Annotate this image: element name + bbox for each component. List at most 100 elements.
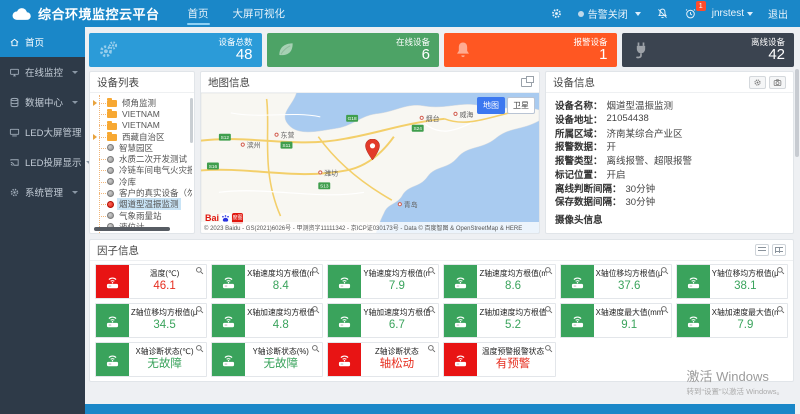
tree-item-1[interactable]: VIETNAM bbox=[90, 108, 192, 119]
map-type-satellite-button[interactable]: 卫星 bbox=[507, 97, 535, 114]
map-marker-icon[interactable] bbox=[365, 139, 380, 160]
magnifier-icon[interactable] bbox=[544, 344, 553, 353]
factor-tile-0[interactable]: 温度(℃)46.1 bbox=[95, 264, 207, 299]
magnifier-icon[interactable] bbox=[311, 266, 320, 275]
tree-horizontal-scrollbar[interactable] bbox=[94, 227, 170, 231]
sidebar-item-1[interactable]: 在线监控 bbox=[0, 57, 85, 87]
tree-item-label: 倾角监测 bbox=[120, 97, 158, 109]
tree-vertical-scrollbar[interactable] bbox=[190, 98, 193, 143]
fullscreen-icon[interactable] bbox=[521, 78, 532, 87]
field-label: 报警类型： bbox=[555, 153, 603, 167]
sidebar-item-5[interactable]: 系统管理 bbox=[0, 177, 85, 207]
factor-label: X轴加速度最大值(mm/s2) bbox=[712, 308, 779, 318]
sidebar-item-3[interactable]: LED大屏管理 bbox=[0, 117, 85, 147]
tree-item-5[interactable]: 水质二次开发测试 bbox=[90, 153, 192, 164]
magnifier-icon[interactable] bbox=[427, 344, 436, 353]
list-view-icon[interactable] bbox=[755, 244, 769, 256]
device-camera-icon[interactable] bbox=[769, 76, 786, 89]
magnifier-icon[interactable] bbox=[427, 266, 436, 275]
tree-item-3[interactable]: 西藏自治区 bbox=[90, 131, 192, 142]
stat-card-3[interactable]: 离线设备42 bbox=[622, 33, 795, 67]
magnifier-icon[interactable] bbox=[660, 266, 669, 275]
sidebar-item-label: LED大屏管理 bbox=[25, 125, 81, 139]
factor-tile-6[interactable]: Z轴位移均方根值(μm)34.5 bbox=[95, 303, 207, 338]
cloud-logo-icon bbox=[10, 7, 32, 21]
sensor-icon bbox=[96, 304, 129, 337]
magnifier-icon[interactable] bbox=[776, 266, 785, 275]
tree-item-0[interactable]: 倾角监测 bbox=[90, 97, 192, 108]
device-info-actions bbox=[749, 76, 786, 89]
stat-card-0[interactable]: 设备总数48 bbox=[89, 33, 262, 67]
magnifier-icon[interactable] bbox=[544, 266, 553, 275]
factor-tile-1[interactable]: X轴速度均方根值(mm/s)8.4 bbox=[211, 264, 323, 299]
app-title: 综合环境监控云平台 bbox=[38, 4, 160, 23]
magnifier-icon[interactable] bbox=[195, 305, 204, 314]
sidebar-item-label: 系统管理 bbox=[25, 185, 63, 199]
factor-tile-9[interactable]: Z轴加速度均方根值(mm/s2)5.2 bbox=[443, 303, 555, 338]
magnifier-icon[interactable] bbox=[195, 266, 204, 275]
factor-tile-11[interactable]: X轴加速度最大值(mm/s2)7.9 bbox=[676, 303, 788, 338]
factor-tile-12[interactable]: X轴诊断状态(℃)无故障 bbox=[95, 342, 207, 377]
device-info-field-3: 报警数据：开 bbox=[555, 139, 784, 153]
tree-item-9[interactable]: 烟道型温振监测 bbox=[90, 199, 192, 210]
factor-tile-7[interactable]: X轴加速度均方根值(mm/s2)4.8 bbox=[211, 303, 323, 338]
map-type-map-button[interactable]: 地图 bbox=[477, 97, 505, 114]
top-menu-item-0[interactable]: 首页 bbox=[176, 0, 221, 27]
page-scrollbar-thumb[interactable] bbox=[795, 69, 799, 157]
stat-card-2[interactable]: 报警设备1 bbox=[444, 33, 617, 67]
magnifier-icon[interactable] bbox=[544, 305, 553, 314]
user-menu[interactable]: jnrstest bbox=[712, 8, 753, 19]
magnifier-icon[interactable] bbox=[311, 305, 320, 314]
factor-value: 7.9 bbox=[737, 318, 753, 333]
factor-tile-2[interactable]: Y轴速度均方根值(mm/s)7.9 bbox=[327, 264, 439, 299]
factor-tile-13[interactable]: Y轴诊断状态(%)无故障 bbox=[211, 342, 323, 377]
page-scrollbar[interactable] bbox=[795, 27, 800, 414]
sidebar-item-label: LED投屏显示 bbox=[25, 155, 81, 169]
device-status-dot-icon bbox=[107, 156, 114, 163]
tree-item-4[interactable]: 智慧园区 bbox=[90, 142, 192, 153]
field-value: 21054438 bbox=[607, 113, 649, 124]
sidebar-item-2[interactable]: 数据中心 bbox=[0, 87, 85, 117]
magnifier-icon[interactable] bbox=[427, 305, 436, 314]
factor-tile-4[interactable]: X轴位移均方根值(μm)37.6 bbox=[560, 264, 672, 299]
mute-bell-icon[interactable] bbox=[656, 7, 669, 20]
database-icon bbox=[9, 97, 20, 108]
alarm-clock-icon[interactable]: 1 bbox=[684, 7, 697, 20]
grid-view-icon[interactable] bbox=[772, 244, 786, 256]
sidebar-item-0[interactable]: 首页 bbox=[0, 27, 85, 57]
magnifier-icon[interactable] bbox=[776, 305, 785, 314]
tree-item-7[interactable]: 冷库 bbox=[90, 176, 192, 187]
factor-tile-5[interactable]: Y轴位移均方根值(μm)38.1 bbox=[676, 264, 788, 299]
factors-title: 因子信息 bbox=[97, 243, 139, 258]
factor-tile-3[interactable]: Z轴速度均方根值(mm/s)8.6 bbox=[443, 264, 555, 299]
factor-value: 46.1 bbox=[153, 279, 175, 294]
factor-tile-8[interactable]: Y轴加速度均方根值(mm/s2)6.7 bbox=[327, 303, 439, 338]
cast-icon bbox=[9, 157, 20, 168]
tree-item-6[interactable]: 冷链车间电气火灾报警 bbox=[90, 165, 192, 176]
bell-icon bbox=[453, 40, 473, 60]
top-menu-item-1[interactable]: 大屏可视化 bbox=[221, 0, 298, 27]
field-value: 30分钟 bbox=[626, 195, 656, 209]
magnifier-icon[interactable] bbox=[660, 305, 669, 314]
tree-item-2[interactable]: VIETNAM bbox=[90, 120, 192, 131]
tree-item-label: 客户的真实设备（勿动 bbox=[117, 187, 192, 199]
map-canvas[interactable]: S12 S11 G18 S16 S13 S24 滨州 东营 潍坊 青岛 烟台 威… bbox=[201, 93, 539, 233]
tree-item-10[interactable]: 气象雨量站 bbox=[90, 210, 192, 221]
factor-tile-10[interactable]: X轴速度最大值(mm/s)9.1 bbox=[560, 303, 672, 338]
settings-icon[interactable] bbox=[550, 7, 563, 20]
device-settings-icon[interactable] bbox=[749, 76, 766, 89]
chevron-down-icon bbox=[635, 12, 641, 16]
magnifier-icon[interactable] bbox=[311, 344, 320, 353]
tree-item-8[interactable]: 客户的真实设备（勿动 bbox=[90, 187, 192, 198]
factor-tile-14[interactable]: Z轴诊断状态轴松动 bbox=[327, 342, 439, 377]
sidebar-item-4[interactable]: LED投屏显示 bbox=[0, 147, 85, 177]
factor-tile-15[interactable]: 温度预警报警状态有预警 bbox=[443, 342, 555, 377]
tree-item-label: 冷库 bbox=[117, 176, 138, 188]
logout-button[interactable]: 退出 bbox=[768, 6, 788, 21]
alarm-toggle[interactable]: 告警关闭 bbox=[578, 6, 641, 21]
leaf-icon bbox=[276, 40, 296, 60]
stat-card-1[interactable]: 在线设备6 bbox=[267, 33, 440, 67]
road-shield: S16 bbox=[207, 163, 219, 170]
magnifier-icon[interactable] bbox=[195, 344, 204, 353]
field-label: 保存数据间隔： bbox=[555, 195, 622, 209]
